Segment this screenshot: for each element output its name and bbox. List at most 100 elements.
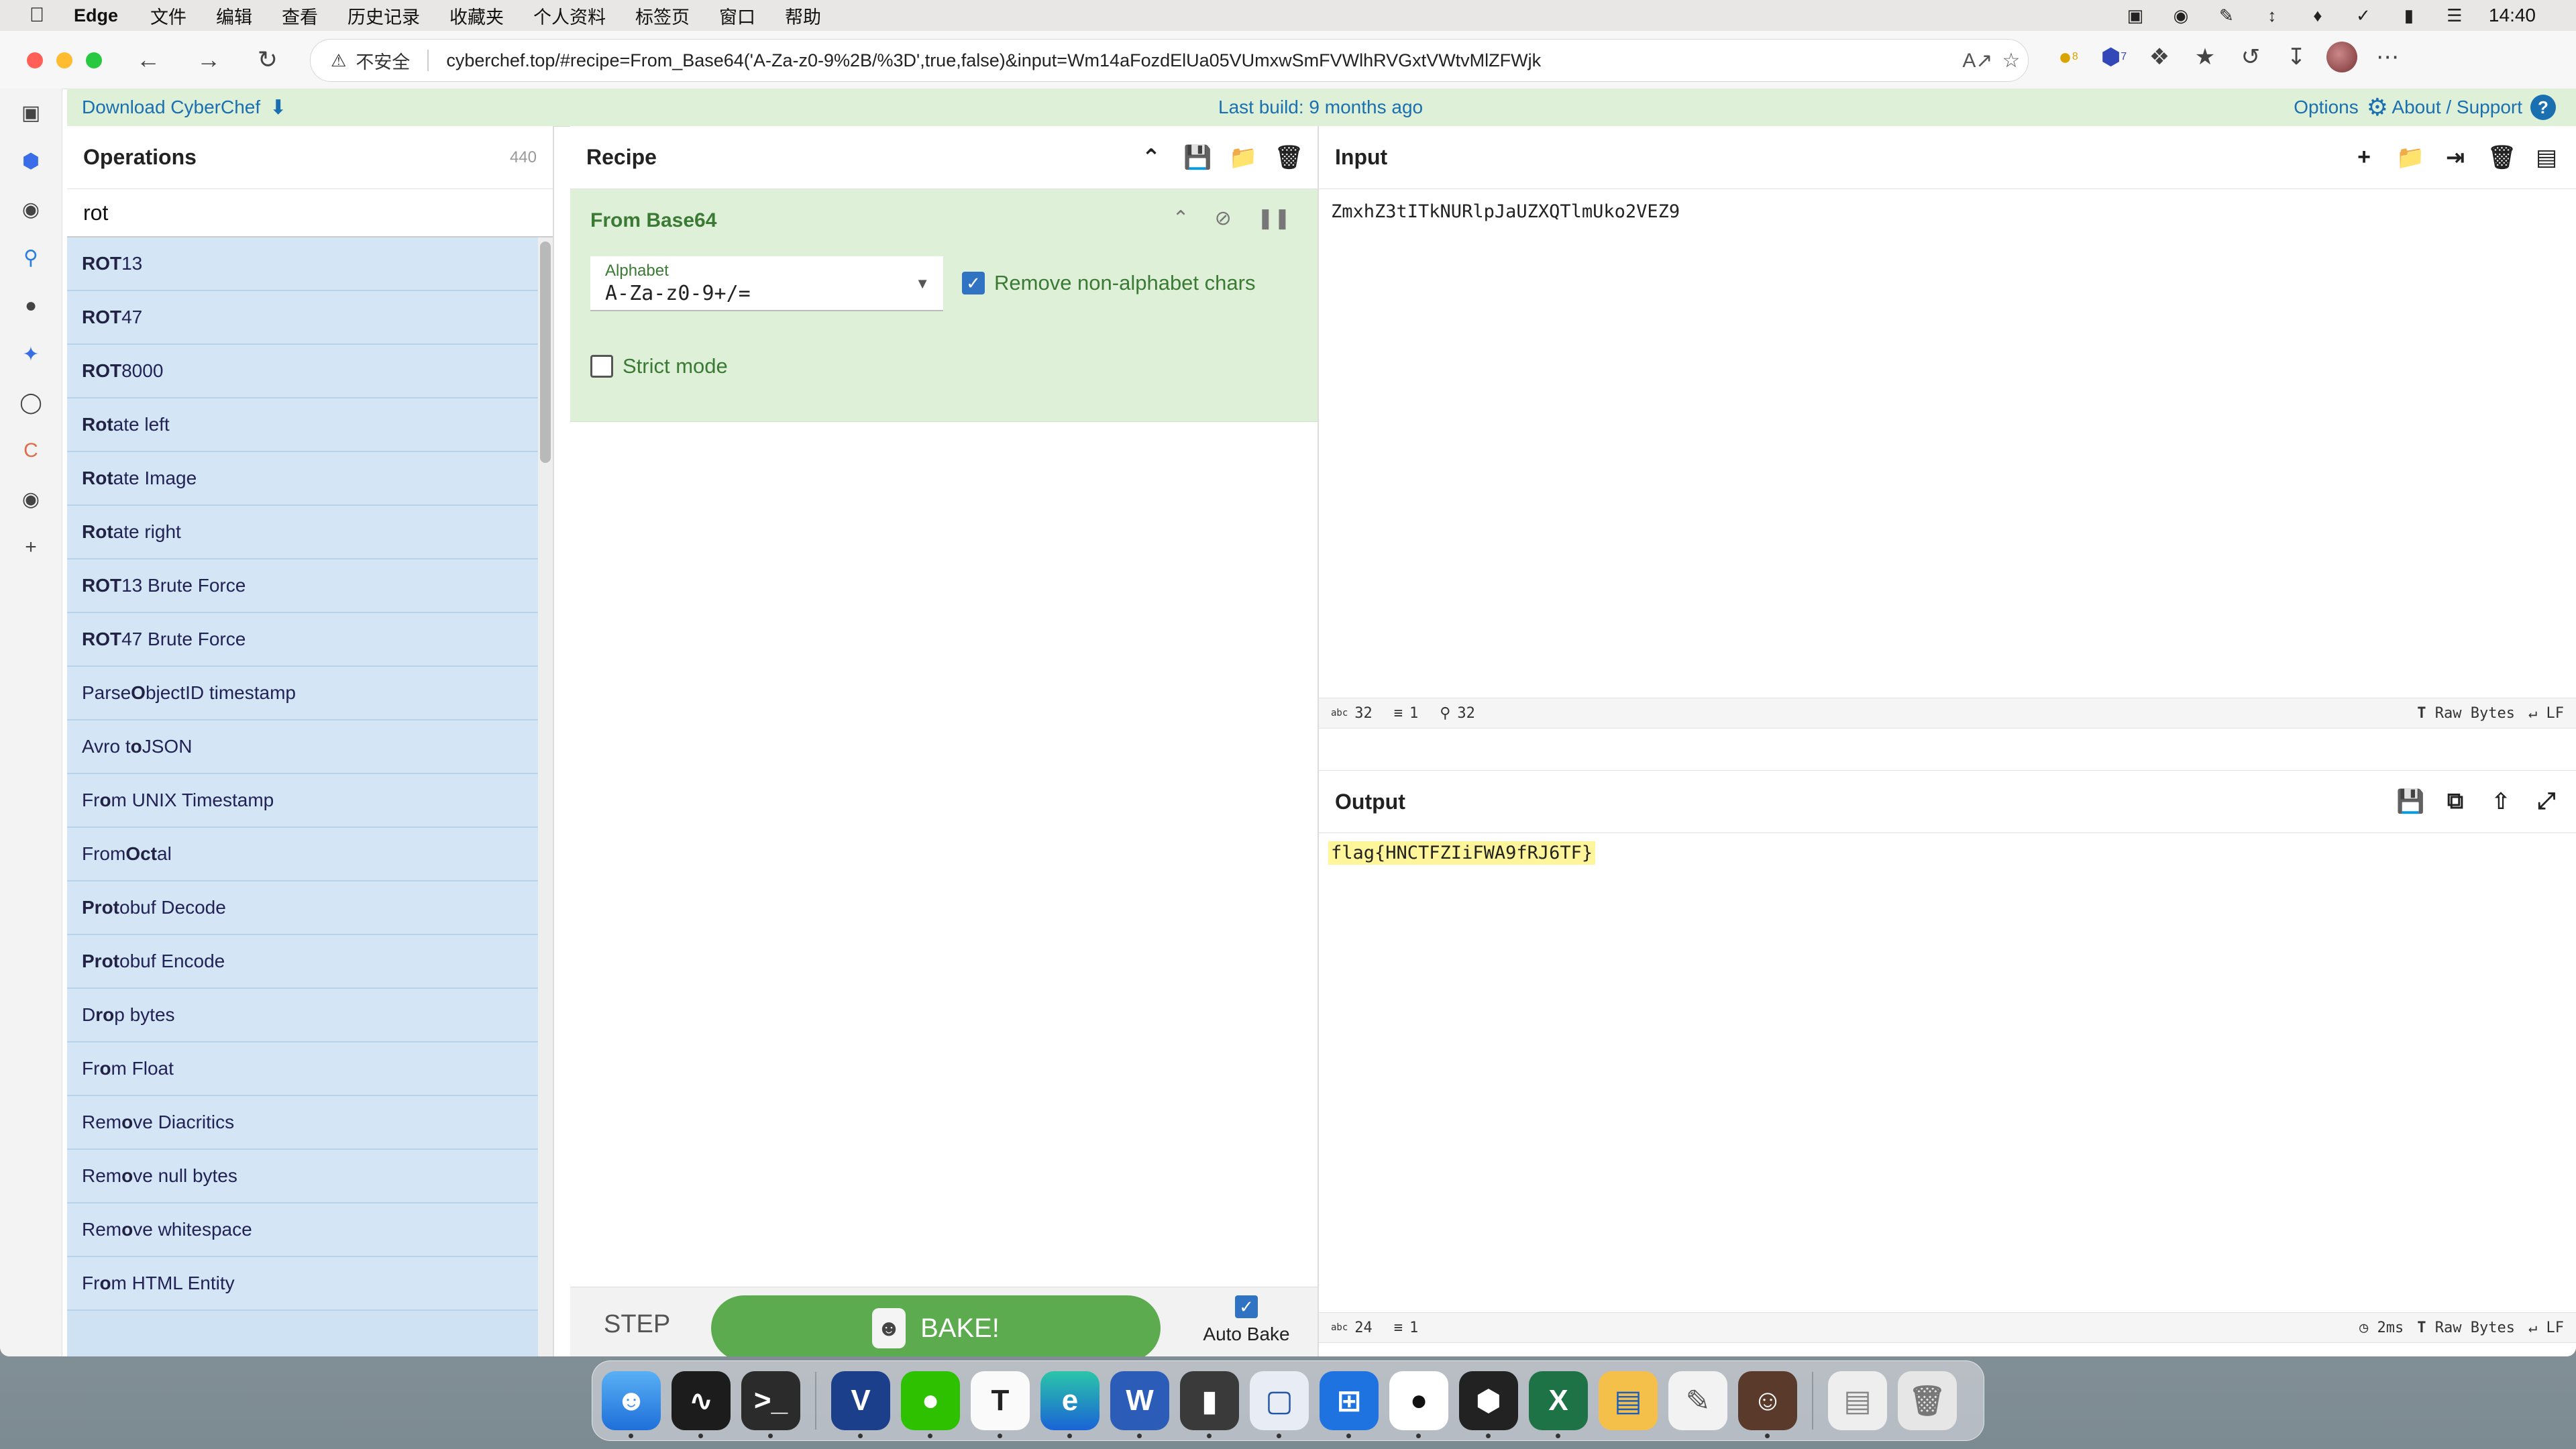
- remove-non-alpha-checkbox[interactable]: ✓ Remove non-alphabet chars: [962, 271, 1255, 295]
- operation-item[interactable]: Fr o m Float: [67, 1042, 553, 1096]
- c-app-icon[interactable]: C: [0, 427, 62, 475]
- output-eol[interactable]: ↵ LF: [2528, 1320, 2564, 1336]
- checkbox-unchecked-icon[interactable]: [590, 355, 613, 378]
- extension-coin-icon[interactable]: ● 8: [2053, 42, 2084, 72]
- menu-window[interactable]: 窗口: [719, 3, 755, 29]
- zoom-window-button[interactable]: [86, 52, 102, 68]
- input-textarea[interactable]: ZmxhZ3tITkNURlpJaUZXQTlmUko2VEZ9: [1319, 189, 2576, 698]
- operation-item[interactable]: Dro p bytes: [67, 989, 553, 1042]
- menu-clock[interactable]: 14:40: [2489, 5, 2536, 26]
- download-icon[interactable]: ⬇: [270, 96, 286, 119]
- about-link[interactable]: About / Support?: [2392, 95, 2556, 120]
- favorite-star-icon[interactable]: ☆: [1994, 49, 2028, 72]
- app-menu-name[interactable]: Edge: [74, 5, 118, 26]
- operation-item[interactable]: Fr o m UNIX Timestamp: [67, 774, 553, 828]
- step-button[interactable]: STEP: [604, 1310, 670, 1339]
- warning-icon[interactable]: ⚠: [331, 50, 346, 71]
- fingerprint-icon[interactable]: ◉: [0, 475, 62, 523]
- tab-actions-icon[interactable]: ▣: [0, 89, 62, 137]
- download-link[interactable]: Download CyberChef: [82, 97, 260, 118]
- alphabet-select[interactable]: Alphabet A-Za-z0-9+/= ▼: [590, 256, 943, 311]
- operation-item[interactable]: Rem o ve null bytes: [67, 1150, 553, 1203]
- collapse-op-icon[interactable]: ⌃: [1172, 207, 1189, 230]
- parallels-icon[interactable]: ▮: [1180, 1371, 1239, 1438]
- txt-file-icon[interactable]: ▤: [1828, 1371, 1887, 1430]
- minimize-window-button[interactable]: [56, 52, 72, 68]
- windows-icon[interactable]: ⊞: [1320, 1371, 1379, 1438]
- copilot-icon[interactable]: ⬢: [0, 137, 62, 185]
- edge-icon[interactable]: e: [1040, 1371, 1099, 1438]
- excel-icon[interactable]: X: [1529, 1371, 1588, 1438]
- clear-input-icon[interactable]: 🗑: [2487, 144, 2516, 171]
- control-center-icon[interactable]: ☰: [2443, 5, 2466, 25]
- checkbox-checked-icon[interactable]: ✓: [1235, 1295, 1258, 1318]
- menu-tabs[interactable]: 标签页: [635, 3, 690, 29]
- transfer-icon[interactable]: ↕: [2261, 5, 2284, 25]
- operation-item[interactable]: ROT 47 Brute Force: [67, 613, 553, 667]
- replace-input-icon[interactable]: ⇧: [2487, 788, 2514, 815]
- operation-item[interactable]: Rot ate left: [67, 398, 553, 452]
- options-link[interactable]: Options ⚙: [2294, 93, 2388, 121]
- trash-dock-icon[interactable]: 🗑: [1898, 1371, 1957, 1430]
- vm-app-icon[interactable]: ⬢: [1459, 1371, 1518, 1438]
- extension-cube-icon[interactable]: ⬢ 7: [2098, 42, 2129, 72]
- auto-bake-toggle[interactable]: ✓ Auto Bake: [1199, 1295, 1293, 1345]
- input-eol[interactable]: ↵ LF: [2528, 705, 2564, 722]
- operation-item[interactable]: Rem o ve Diacritics: [67, 1096, 553, 1150]
- github-icon[interactable]: ●: [0, 282, 62, 330]
- textedit-icon[interactable]: ✎: [1668, 1371, 1727, 1430]
- forward-icon[interactable]: →: [192, 43, 225, 76]
- disable-op-icon[interactable]: ⊘: [1215, 207, 1232, 230]
- open-file-icon[interactable]: ⇥: [2442, 144, 2469, 171]
- wechat-icon[interactable]: ◉: [2169, 5, 2192, 25]
- output-encoding[interactable]: T Raw Bytes: [2417, 1320, 2515, 1336]
- address-bar[interactable]: ⚠ 不安全 cyberchef.top/#recipe=From_Base64(…: [310, 39, 2029, 82]
- recipe-operation-card[interactable]: From Base64 ⌃ ⊘ ❚❚ Alphabet A-Za-z0-9+/=…: [570, 189, 1318, 422]
- globe-icon[interactable]: ◯: [0, 378, 62, 427]
- activity-monitor-icon[interactable]: ∿: [672, 1371, 731, 1438]
- word-icon[interactable]: W: [1110, 1371, 1169, 1438]
- menu-favorites[interactable]: 收藏夹: [449, 3, 504, 29]
- copy-icon[interactable]: ⧉: [2442, 788, 2469, 815]
- menu-help[interactable]: 帮助: [785, 3, 821, 29]
- pause-op-icon[interactable]: ❚❚: [1257, 207, 1291, 230]
- operation-item[interactable]: Fr o m HTML Entity: [67, 1257, 553, 1311]
- operation-item[interactable]: Avro to JSON: [67, 720, 553, 774]
- operation-item[interactable]: Rem o ve whitespace: [67, 1203, 553, 1257]
- extensions-puzzle-icon[interactable]: ❖: [2144, 42, 2175, 72]
- collapse-icon[interactable]: ⌃: [1138, 144, 1165, 171]
- layout-icon[interactable]: ▤: [2533, 144, 2560, 171]
- scrollbar-thumb[interactable]: [540, 241, 551, 463]
- operation-item[interactable]: Parse ObjectID timestamp: [67, 667, 553, 720]
- operations-scrollbar[interactable]: [538, 237, 553, 1356]
- menu-file[interactable]: 文件: [150, 3, 186, 29]
- favorites-icon[interactable]: ★: [2190, 42, 2220, 72]
- operation-item[interactable]: Rot ate right: [67, 506, 553, 559]
- maximize-icon[interactable]: ⤢: [2533, 788, 2560, 815]
- portrait-app-icon[interactable]: ☺: [1738, 1371, 1797, 1438]
- menu-profile[interactable]: 个人资料: [533, 3, 606, 29]
- history-icon[interactable]: ↺: [2235, 42, 2266, 72]
- operation-item[interactable]: ROT 47: [67, 291, 553, 345]
- menu-history[interactable]: 历史记录: [347, 3, 420, 29]
- bake-button[interactable]: ☻ BAKE!: [711, 1295, 1161, 1356]
- vim-icon[interactable]: V: [831, 1371, 890, 1438]
- menu-edit[interactable]: 编辑: [216, 3, 252, 29]
- battery-icon[interactable]: ▮: [2398, 5, 2420, 25]
- menu-view[interactable]: 查看: [282, 3, 318, 29]
- add-sidebar-icon[interactable]: +: [0, 523, 62, 572]
- strict-mode-checkbox[interactable]: Strict mode: [590, 354, 728, 378]
- bird-app-icon[interactable]: ✦: [0, 330, 62, 378]
- profile-avatar[interactable]: [2326, 42, 2357, 72]
- more-options-icon[interactable]: ⋯: [2372, 42, 2403, 72]
- close-window-button[interactable]: [27, 52, 43, 68]
- finder-icon[interactable]: ☻: [602, 1371, 661, 1438]
- operation-item[interactable]: Prot obuf Decode: [67, 881, 553, 935]
- cyberchef-tab-icon[interactable]: ◉: [0, 185, 62, 233]
- downloads-icon[interactable]: ↧: [2281, 42, 2312, 72]
- operation-item[interactable]: ROT 8000: [67, 345, 553, 398]
- output-text[interactable]: flag{HNCTFZIiFWA9fRJ6TF}: [1328, 841, 1596, 865]
- remote-desktop-icon[interactable]: ▢: [1250, 1371, 1309, 1438]
- bell-icon[interactable]: ♦: [2306, 5, 2329, 25]
- save-output-icon[interactable]: 💾: [2396, 788, 2424, 815]
